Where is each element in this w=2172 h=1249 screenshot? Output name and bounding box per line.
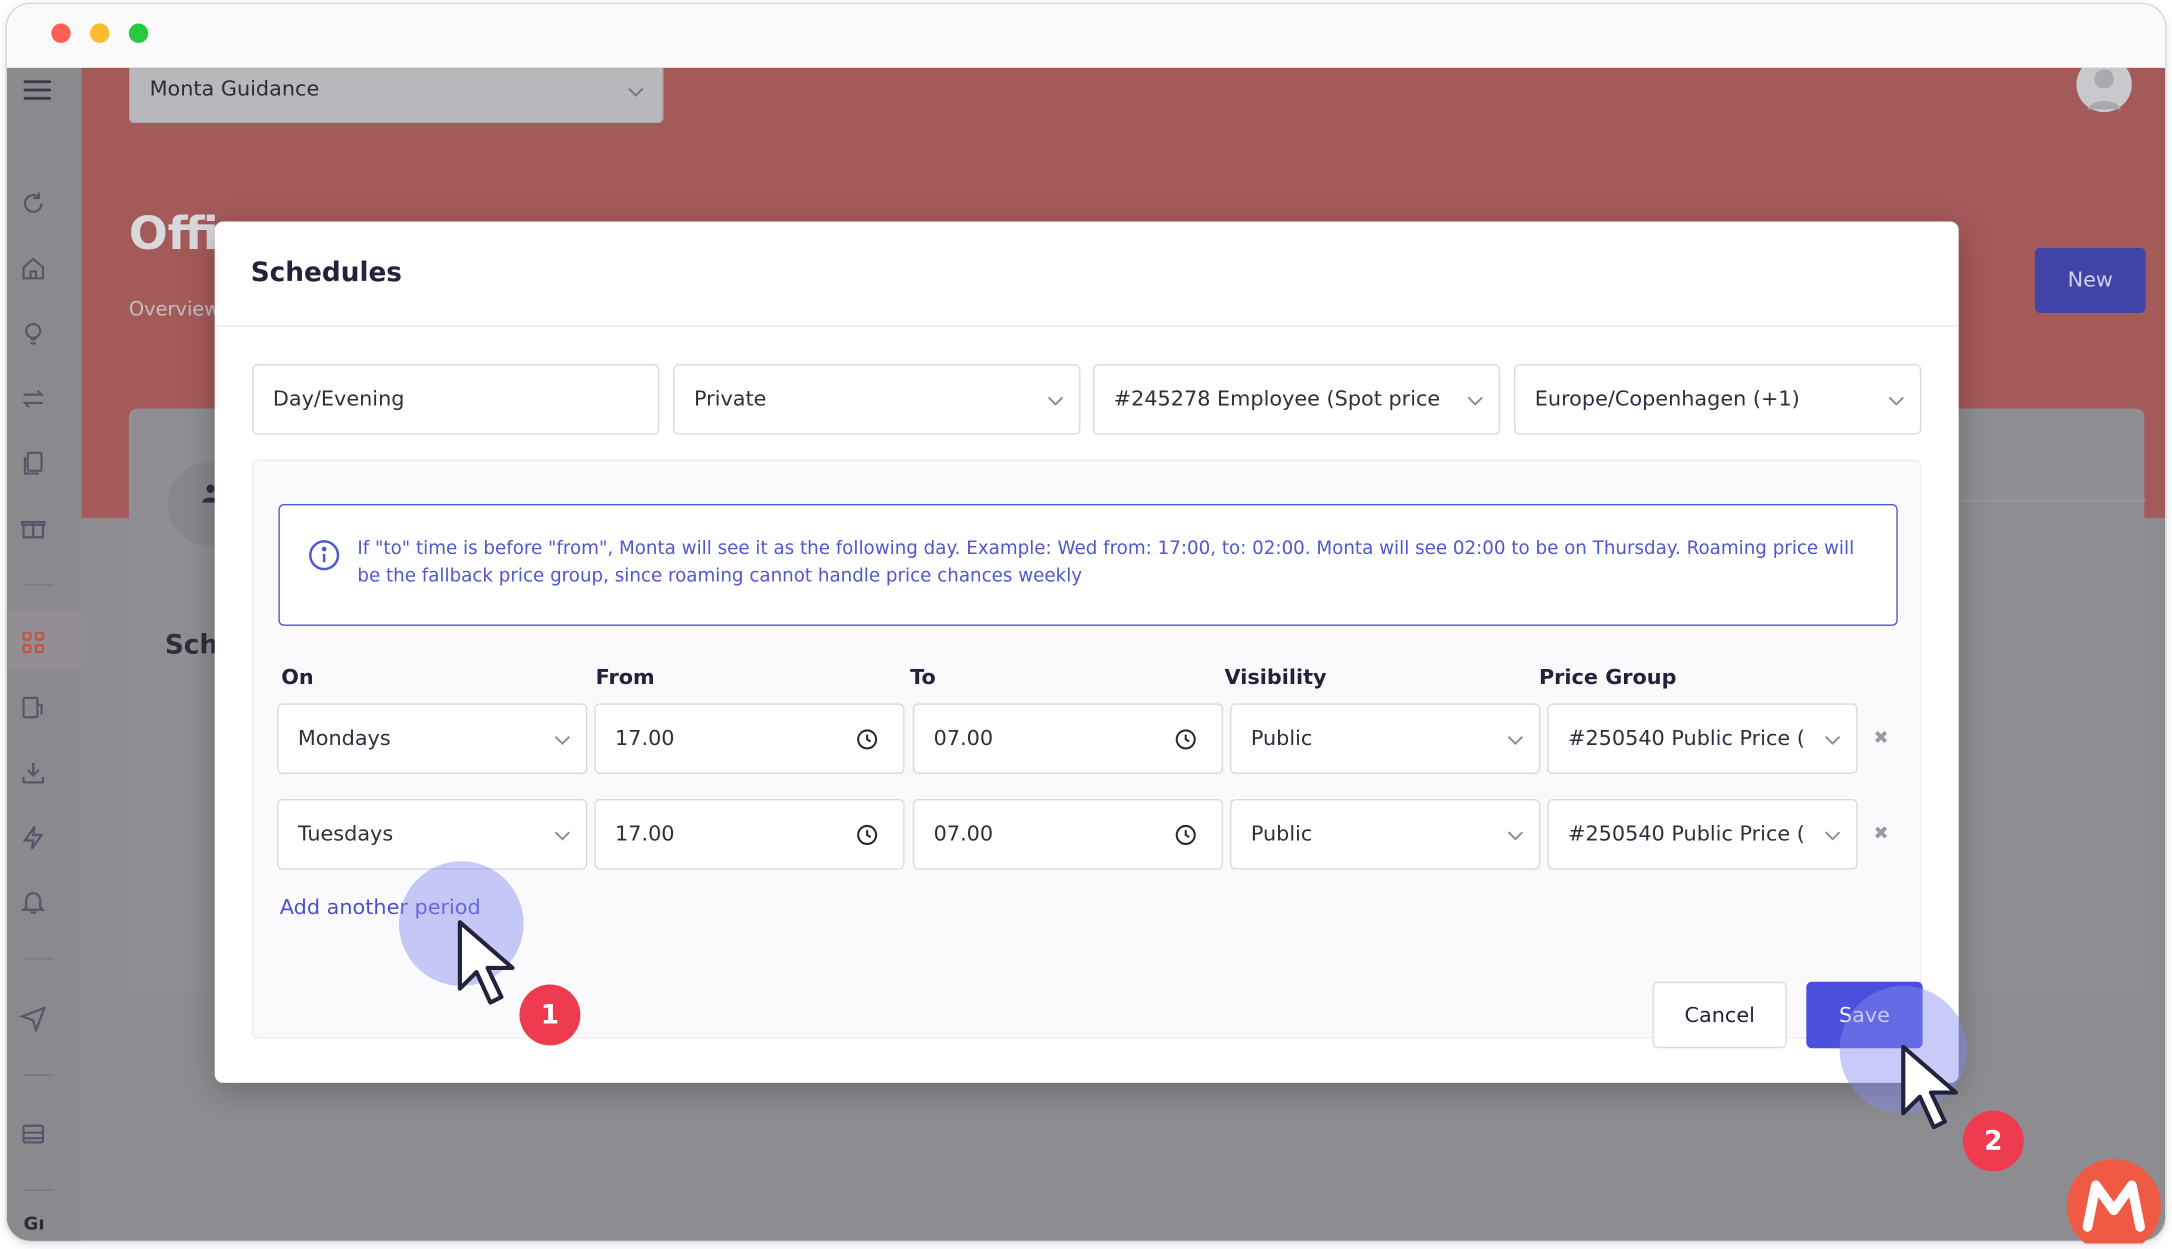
- period-from-time-input[interactable]: 17.00: [594, 798, 905, 870]
- breadcrumb[interactable]: Overview: [129, 299, 220, 321]
- sidebar-divider: [23, 1189, 55, 1191]
- apps-grid-icon[interactable]: [19, 629, 49, 659]
- remove-period-close-icon[interactable]: ✖: [1871, 825, 1890, 844]
- schedule-name-value: Day/Evening: [272, 386, 405, 412]
- home-icon[interactable]: [19, 255, 49, 285]
- period-visibility-select[interactable]: Public: [1230, 798, 1541, 870]
- period-to-value: 07.00: [933, 725, 994, 751]
- period-visibility-value: Public: [1250, 725, 1313, 751]
- refresh-icon[interactable]: [19, 190, 49, 220]
- chevron-down-icon: [1823, 825, 1842, 844]
- close-window-button[interactable]: [51, 23, 71, 43]
- clock-icon[interactable]: [856, 728, 878, 750]
- step-1-badge: 1: [519, 984, 581, 1046]
- sidebar: Gı: [6, 67, 82, 1241]
- column-header-to: To: [910, 664, 936, 690]
- period-from-value: 17.00: [615, 725, 675, 751]
- step-2-badge: 2: [1962, 1110, 2024, 1172]
- column-header-price-group: Price Group: [1538, 664, 1677, 690]
- chevron-down-icon: [626, 82, 645, 101]
- period-day-select[interactable]: Tuesdays: [277, 798, 588, 870]
- info-circle-icon: [308, 539, 341, 572]
- gift-icon[interactable]: [19, 514, 49, 544]
- timezone-select[interactable]: Europe/Copenhagen (+1): [1514, 364, 1922, 435]
- chevron-down-icon: [1823, 730, 1842, 749]
- period-from-value: 17.00: [615, 821, 675, 847]
- period-day-value: Mondays: [297, 725, 391, 751]
- page-title: Offi: [128, 206, 219, 261]
- clock-icon[interactable]: [1175, 728, 1197, 750]
- type-select-value: Private: [693, 386, 767, 412]
- organization-select-value: Monta Guidance: [149, 76, 320, 102]
- period-to-time-input[interactable]: 07.00: [912, 703, 1224, 775]
- column-header-from: From: [595, 664, 655, 690]
- period-from-time-input[interactable]: 17.00: [594, 703, 905, 775]
- lightning-icon[interactable]: [19, 824, 49, 854]
- period-price-group-value: #250540 Public Price (Spot: [1568, 725, 1803, 751]
- info-alert-text: If "to" time is before "from", Monta wil…: [357, 538, 1855, 587]
- avatar[interactable]: [2076, 67, 2132, 115]
- period-price-group-value: #250540 Public Price (Spot: [1568, 821, 1803, 847]
- chevron-down-icon: [1046, 390, 1065, 409]
- cancel-button[interactable]: Cancel: [1652, 981, 1787, 1049]
- download-icon[interactable]: [19, 759, 49, 789]
- chevron-down-icon: [1466, 390, 1485, 409]
- period-day-select[interactable]: Mondays: [277, 703, 588, 775]
- section-title: Sch: [164, 630, 219, 661]
- schedule-name-input[interactable]: Day/Evening: [252, 364, 660, 435]
- organization-select[interactable]: Monta Guidance: [128, 67, 664, 124]
- modal-title: Schedules: [250, 257, 402, 289]
- period-price-group-select[interactable]: #250540 Public Price (Spot: [1547, 798, 1858, 870]
- sidebar-divider: [23, 1074, 55, 1076]
- remove-period-close-icon[interactable]: ✖: [1871, 729, 1890, 749]
- chevron-down-icon: [1506, 730, 1525, 749]
- documents-icon[interactable]: [19, 449, 49, 479]
- period-price-group-select[interactable]: #250540 Public Price (Spot: [1547, 703, 1858, 775]
- chevron-down-icon: [1506, 825, 1525, 844]
- timezone-select-value: Europe/Copenhagen (+1): [1534, 386, 1800, 412]
- period-day-value: Tuesdays: [297, 821, 394, 847]
- period-visibility-select[interactable]: Public: [1230, 703, 1541, 775]
- charger-icon[interactable]: [19, 694, 49, 724]
- sidebar-footer-label: Gı: [23, 1214, 45, 1236]
- background-card-divider: [1960, 499, 2146, 502]
- period-to-value: 07.00: [933, 821, 994, 847]
- send-icon[interactable]: [19, 1004, 49, 1034]
- column-header-visibility: Visibility: [1224, 664, 1327, 690]
- stack-icon[interactable]: [19, 1120, 49, 1150]
- clock-icon[interactable]: [1175, 824, 1197, 846]
- lightbulb-icon[interactable]: [19, 320, 49, 350]
- price-group-select[interactable]: #245278 Employee (Spot price + 30: [1092, 364, 1501, 435]
- clock-icon[interactable]: [856, 824, 878, 846]
- maximize-window-button[interactable]: [128, 23, 149, 43]
- new-button[interactable]: New: [2034, 247, 2146, 313]
- sidebar-divider: [23, 584, 55, 586]
- transfer-icon[interactable]: [19, 385, 49, 415]
- monta-logo: [2066, 1159, 2161, 1244]
- price-group-select-value: #245278 Employee (Spot price + 30: [1113, 386, 1446, 412]
- hamburger-icon[interactable]: [23, 76, 54, 101]
- type-select[interactable]: Private: [673, 364, 1081, 435]
- chevron-down-icon: [553, 825, 572, 844]
- sidebar-divider: [23, 958, 55, 960]
- minimize-window-button[interactable]: [90, 23, 110, 43]
- modal-divider: [214, 325, 1959, 327]
- period-to-time-input[interactable]: 07.00: [912, 798, 1224, 870]
- chevron-down-icon: [1887, 390, 1906, 409]
- alarm-icon[interactable]: [19, 888, 49, 918]
- info-alert: If "to" time is before "from", Monta wil…: [278, 504, 1898, 626]
- chevron-down-icon: [553, 730, 572, 749]
- period-visibility-value: Public: [1250, 821, 1313, 847]
- window-titlebar: [6, 4, 2166, 68]
- column-header-on: On: [281, 664, 314, 690]
